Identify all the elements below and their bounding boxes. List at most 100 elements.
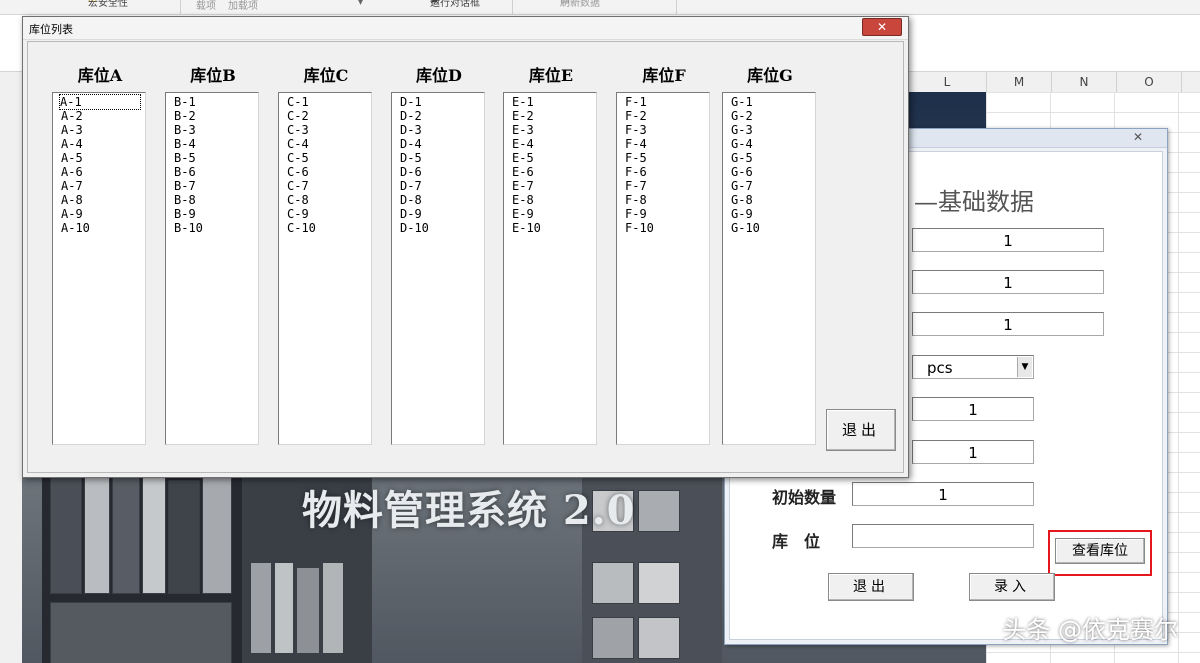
list-item[interactable]: G-9: [731, 207, 815, 221]
close-icon[interactable]: ✕: [862, 18, 902, 36]
column-header-l[interactable]: L: [908, 72, 987, 92]
list-item[interactable]: E-10: [512, 221, 596, 235]
location-listbox-d[interactable]: D-1 D-2 D-3 D-4 D-5 D-6 D-7 D-8 D-9 D-10: [391, 92, 485, 445]
list-item[interactable]: C-2: [287, 109, 371, 123]
list-item[interactable]: G-5: [731, 151, 815, 165]
list-item[interactable]: A-10: [61, 221, 145, 235]
list-item[interactable]: D-3: [400, 123, 484, 137]
list-item[interactable]: F-4: [625, 137, 709, 151]
list-item[interactable]: A-7: [61, 179, 145, 193]
location-listbox-f[interactable]: F-1 F-2 F-3 F-4 F-5 F-6 F-7 F-8 F-9 F-10: [616, 92, 710, 445]
location-listbox-c[interactable]: C-1 C-2 C-3 C-4 C-5 C-6 C-7 C-8 C-9 C-10: [278, 92, 372, 445]
field-4[interactable]: 1: [912, 397, 1034, 421]
list-item[interactable]: B-7: [174, 179, 258, 193]
field-1[interactable]: 1: [912, 228, 1104, 252]
list-item[interactable]: G-6: [731, 165, 815, 179]
initial-qty-input[interactable]: 1: [852, 482, 1034, 506]
data-exit-button[interactable]: 退出: [828, 573, 914, 601]
list-item[interactable]: D-10: [400, 221, 484, 235]
list-item[interactable]: B-1: [174, 95, 258, 109]
column-header-n[interactable]: N: [1052, 72, 1117, 92]
list-item[interactable]: G-3: [731, 123, 815, 137]
list-item[interactable]: F-9: [625, 207, 709, 221]
list-item[interactable]: C-7: [287, 179, 371, 193]
list-item[interactable]: E-1: [512, 95, 596, 109]
list-item[interactable]: B-3: [174, 123, 258, 137]
list-item[interactable]: C-5: [287, 151, 371, 165]
save-entry-button[interactable]: 录入: [969, 573, 1055, 601]
chevron-down-icon[interactable]: ▼: [1017, 357, 1032, 377]
list-item[interactable]: C-8: [287, 193, 371, 207]
list-item[interactable]: E-8: [512, 193, 596, 207]
list-item[interactable]: G-10: [731, 221, 815, 235]
list-item[interactable]: B-9: [174, 207, 258, 221]
list-item[interactable]: G-8: [731, 193, 815, 207]
field-5[interactable]: 1: [912, 440, 1034, 464]
load-addins-label[interactable]: 加载项: [228, 0, 258, 12]
list-item[interactable]: A-3: [61, 123, 145, 137]
location-input[interactable]: [852, 524, 1034, 548]
list-item[interactable]: F-5: [625, 151, 709, 165]
list-item[interactable]: B-6: [174, 165, 258, 179]
unit-select[interactable]: pcs ▼: [912, 355, 1034, 379]
list-item[interactable]: D-5: [400, 151, 484, 165]
column-header-m[interactable]: M: [987, 72, 1052, 92]
list-item[interactable]: E-4: [512, 137, 596, 151]
list-item[interactable]: C-9: [287, 207, 371, 221]
list-item[interactable]: B-5: [174, 151, 258, 165]
list-item[interactable]: E-6: [512, 165, 596, 179]
field-2[interactable]: 1: [912, 270, 1104, 294]
list-item[interactable]: G-2: [731, 109, 815, 123]
list-item[interactable]: B-2: [174, 109, 258, 123]
list-item[interactable]: F-1: [625, 95, 709, 109]
list-item[interactable]: C-10: [287, 221, 371, 235]
list-item[interactable]: A-4: [61, 137, 145, 151]
location-listbox-a[interactable]: A-1 A-2 A-3 A-4 A-5 A-6 A-7 A-8 A-9 A-10: [52, 92, 146, 445]
view-location-button[interactable]: 查看库位: [1055, 538, 1145, 564]
location-list-titlebar[interactable]: 库位列表 ✕: [23, 17, 908, 40]
list-item[interactable]: B-4: [174, 137, 258, 151]
location-listbox-g[interactable]: G-1 G-2 G-3 G-4 G-5 G-6 G-7 G-8 G-9 G-10: [722, 92, 816, 445]
list-item[interactable]: C-4: [287, 137, 371, 151]
location-exit-button[interactable]: 退出: [826, 409, 896, 451]
list-item[interactable]: G-7: [731, 179, 815, 193]
list-item[interactable]: D-6: [400, 165, 484, 179]
ribbon-dropdown-icon[interactable]: ▾: [358, 0, 363, 8]
list-item[interactable]: A-8: [61, 193, 145, 207]
list-item[interactable]: D-7: [400, 179, 484, 193]
list-item[interactable]: D-8: [400, 193, 484, 207]
list-item[interactable]: B-10: [174, 221, 258, 235]
addins-label[interactable]: 载项: [196, 0, 216, 12]
list-item[interactable]: E-7: [512, 179, 596, 193]
list-item[interactable]: D-1: [400, 95, 484, 109]
list-item[interactable]: F-10: [625, 221, 709, 235]
list-item[interactable]: G-4: [731, 137, 815, 151]
list-item[interactable]: A-2: [61, 109, 145, 123]
list-item[interactable]: C-6: [287, 165, 371, 179]
list-item[interactable]: D-2: [400, 109, 484, 123]
location-listbox-b[interactable]: B-1 B-2 B-3 B-4 B-5 B-6 B-7 B-8 B-9 B-10: [165, 92, 259, 445]
field-3[interactable]: 1: [912, 312, 1104, 336]
list-item[interactable]: D-9: [400, 207, 484, 221]
list-item[interactable]: G-1: [731, 95, 815, 109]
list-item[interactable]: E-5: [512, 151, 596, 165]
column-header-o[interactable]: O: [1117, 72, 1182, 92]
list-item[interactable]: F-6: [625, 165, 709, 179]
list-item[interactable]: A-1: [59, 94, 141, 110]
list-item[interactable]: B-8: [174, 193, 258, 207]
list-item[interactable]: E-3: [512, 123, 596, 137]
list-item[interactable]: A-9: [61, 207, 145, 221]
list-item[interactable]: E-2: [512, 109, 596, 123]
list-item[interactable]: E-9: [512, 207, 596, 221]
list-item[interactable]: F-3: [625, 123, 709, 137]
list-item[interactable]: D-4: [400, 137, 484, 151]
location-listbox-e[interactable]: E-1 E-2 E-3 E-4 E-5 E-6 E-7 E-8 E-9 E-10: [503, 92, 597, 445]
list-item[interactable]: C-3: [287, 123, 371, 137]
list-item[interactable]: C-1: [287, 95, 371, 109]
list-item[interactable]: F-8: [625, 193, 709, 207]
material-data-close-icon[interactable]: ✕: [1127, 130, 1149, 144]
corner-cell[interactable]: [0, 72, 23, 92]
list-item[interactable]: A-5: [61, 151, 145, 165]
list-item[interactable]: F-7: [625, 179, 709, 193]
list-item[interactable]: F-2: [625, 109, 709, 123]
